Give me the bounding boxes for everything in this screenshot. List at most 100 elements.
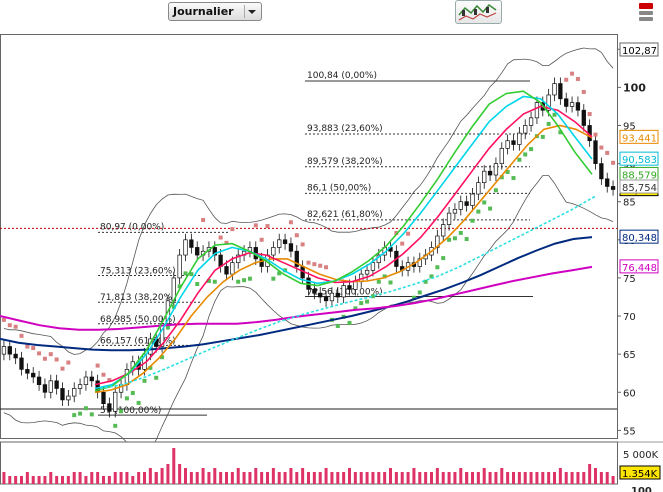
volume-bar [318,472,322,484]
sar-dot [546,121,551,126]
candle-body [329,292,335,302]
volume-bar [113,472,117,484]
sar-dot [482,200,487,205]
volume-bar [476,472,480,484]
volume-bar [389,468,392,484]
sar-dot [417,290,422,295]
volume-bar [201,468,205,484]
volume-bar [482,468,486,484]
candle-body [505,140,510,149]
sar-dot [575,76,580,81]
sar-dot [101,372,106,377]
sar-dot [13,324,18,329]
candle-body [177,254,182,279]
volume-bar [143,472,146,484]
sar-dot [400,241,405,246]
price-tick-label: 55 [623,426,636,437]
candle-body [66,395,71,401]
volume-bar [500,468,504,484]
candle-body [89,376,94,382]
price-tag: 76,448 [619,259,659,274]
volume-bar [418,472,422,484]
volume-bar [277,472,281,484]
sar-dot [113,423,118,428]
volume-bar [260,472,264,484]
sar-dot [593,132,598,137]
price-tick-label: 100 [623,81,646,94]
volume-bar [424,472,428,484]
sar-dot [306,260,311,265]
sar-dot [154,375,159,380]
candle-body [364,269,370,275]
stock-chart[interactable]: 100,84 (0,00%) 93,883 (23,60%) 89,579 (38,… [0,0,663,492]
volume-bar [371,472,375,484]
candle-body [569,102,575,107]
volume-bar [72,472,76,484]
candle-body [476,182,481,195]
sar-dot [587,112,592,117]
candle-body [517,132,522,145]
sar-dot [31,346,36,351]
volume-bar [8,476,12,484]
volume-bar [154,472,158,484]
sar-dot [605,150,610,155]
volume-bar [307,472,310,484]
volume-bar [523,472,527,484]
volume-bar [283,472,287,484]
candle-body [335,292,340,298]
candle-body [77,384,83,389]
sar-dot [247,276,252,281]
candle-body [528,117,534,126]
fib-upper-label: 100,84 (0,00%) [307,71,377,81]
fib-upper-label: 80,97 (0,00%) [100,222,164,232]
candle-body [593,140,598,164]
candle-body [183,239,188,256]
candle-body [487,170,493,176]
volume-bar [78,472,82,484]
candle-body [558,83,563,100]
sar-dot [540,134,545,139]
volume-bar [102,476,105,484]
sar-dot [359,301,364,306]
candle-body [353,281,358,290]
candle-body [42,384,48,393]
volume-bar [189,472,193,484]
volume-bar [107,476,111,484]
candle-body [511,140,516,145]
volume-bar [184,468,187,484]
volume-bar [435,468,439,484]
volume-bar [178,464,182,484]
candle-body [107,403,112,412]
volume-bar [20,476,23,484]
volume-bar [55,476,59,484]
volume-bar [564,472,568,484]
volume-bar [242,472,246,484]
volume-panel: 5 000K 1.354K 100 [0,441,661,492]
volume-bar [529,472,533,484]
volume-bar [599,472,603,484]
volume-bar [271,468,275,484]
sar-dot [388,280,393,285]
volume-bar [394,472,398,484]
price-tag: 90,583 [619,151,659,166]
sar-dot [72,413,77,418]
volume-bar [336,472,340,484]
volume-bar [213,468,217,484]
volume-bar [148,468,152,484]
volume-bar [494,472,498,484]
sar-dot [230,227,235,232]
volume-bar [412,468,416,484]
sar-dot [218,235,223,240]
volume-bar [37,476,41,484]
price-tag: 93,441 [619,129,659,144]
sar-dot [66,360,71,365]
sar-dot [476,209,481,214]
sar-dot [7,323,12,328]
volume-bar [459,468,463,484]
volume-bar [2,472,6,484]
volume-bar [605,472,609,484]
sar-dot [259,237,264,242]
sar-dot [60,366,65,371]
volume-bar [289,468,293,484]
sar-dot [517,157,522,162]
